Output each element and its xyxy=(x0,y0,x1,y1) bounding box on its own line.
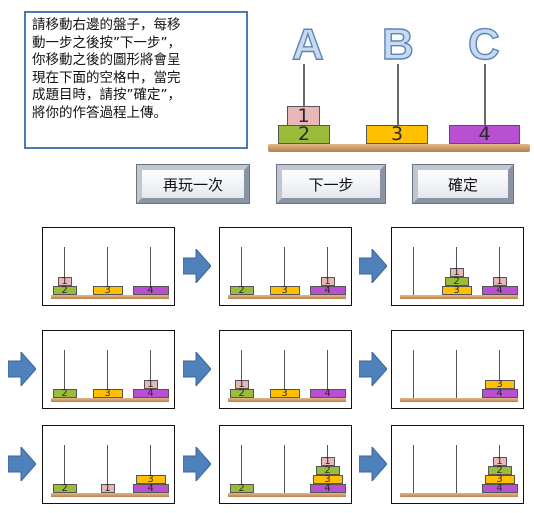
history-state-3: 12314 xyxy=(391,227,524,306)
history-base xyxy=(51,295,169,299)
history-disk-4: 4 xyxy=(132,388,169,398)
history-disk-2: 2 xyxy=(52,483,77,493)
board-base xyxy=(268,144,530,152)
history-base xyxy=(51,398,169,402)
history-base xyxy=(228,493,346,497)
confirm-button[interactable]: 確定 xyxy=(413,165,513,203)
history-base xyxy=(400,295,518,299)
history-state-1: 1234 xyxy=(42,227,175,306)
right-arrow-icon xyxy=(359,447,387,481)
history-disk-2: 2 xyxy=(52,285,77,295)
peg-label-c: C xyxy=(467,19,500,69)
history-state-2: 2314 xyxy=(219,227,352,306)
history-peg xyxy=(284,445,285,493)
history-disk-4: 4 xyxy=(309,483,346,493)
right-arrow-icon xyxy=(359,352,387,386)
history-base xyxy=(228,398,346,402)
peg-label-b: B xyxy=(381,19,414,69)
next-step-button[interactable]: 下一步 xyxy=(277,165,385,203)
history-state-6: 34 xyxy=(391,330,524,409)
history-state-7: 2134 xyxy=(42,425,175,504)
history-base xyxy=(400,398,518,402)
history-disk-4: 4 xyxy=(309,285,346,295)
history-peg xyxy=(413,445,414,493)
history-peg xyxy=(456,350,457,398)
history-disk-2: 2 xyxy=(229,285,254,295)
replay-button[interactable]: 再玩一次 xyxy=(137,165,249,203)
disk-3[interactable]: 3 xyxy=(366,125,428,144)
history-disk-4: 4 xyxy=(481,483,518,493)
history-base xyxy=(51,493,169,497)
history-disk-3: 3 xyxy=(441,285,472,295)
history-disk-4: 4 xyxy=(132,285,169,295)
history-base xyxy=(228,295,346,299)
history-peg xyxy=(456,445,457,493)
right-arrow-icon xyxy=(8,352,36,386)
history-state-8: 21234 xyxy=(219,425,352,504)
history-disk-3: 3 xyxy=(92,285,123,295)
history-disk-3: 3 xyxy=(92,388,123,398)
history-peg xyxy=(413,350,414,398)
history-disk-4: 4 xyxy=(132,483,169,493)
history-base xyxy=(400,493,518,497)
right-arrow-icon xyxy=(183,249,211,283)
history-disk-2: 2 xyxy=(52,388,77,398)
history-peg xyxy=(413,247,414,295)
history-disk-4: 4 xyxy=(481,285,518,295)
history-state-4: 2314 xyxy=(42,330,175,409)
history-disk-4: 4 xyxy=(309,388,346,398)
history-state-9: 1234 xyxy=(391,425,524,504)
instructions-panel: 請移動右邊的盤子，每移 動一步之後按”下一步”， 你移動之後的圖形將會呈 現在下… xyxy=(24,11,248,149)
disk-4[interactable]: 4 xyxy=(449,125,520,144)
history-disk-2: 2 xyxy=(229,483,254,493)
right-arrow-icon xyxy=(8,447,36,481)
history-disk-1: 1 xyxy=(100,483,115,493)
history-state-5: 1234 xyxy=(219,330,352,409)
peg-label-a: A xyxy=(291,19,324,69)
right-arrow-icon xyxy=(359,249,387,283)
history-disk-3: 3 xyxy=(269,285,300,295)
right-arrow-icon xyxy=(183,447,211,481)
history-disk-2: 2 xyxy=(229,388,254,398)
history-disk-4: 4 xyxy=(481,388,518,398)
history-disk-3: 3 xyxy=(269,388,300,398)
right-arrow-icon xyxy=(183,352,211,386)
disk-2[interactable]: 2 xyxy=(278,125,330,144)
